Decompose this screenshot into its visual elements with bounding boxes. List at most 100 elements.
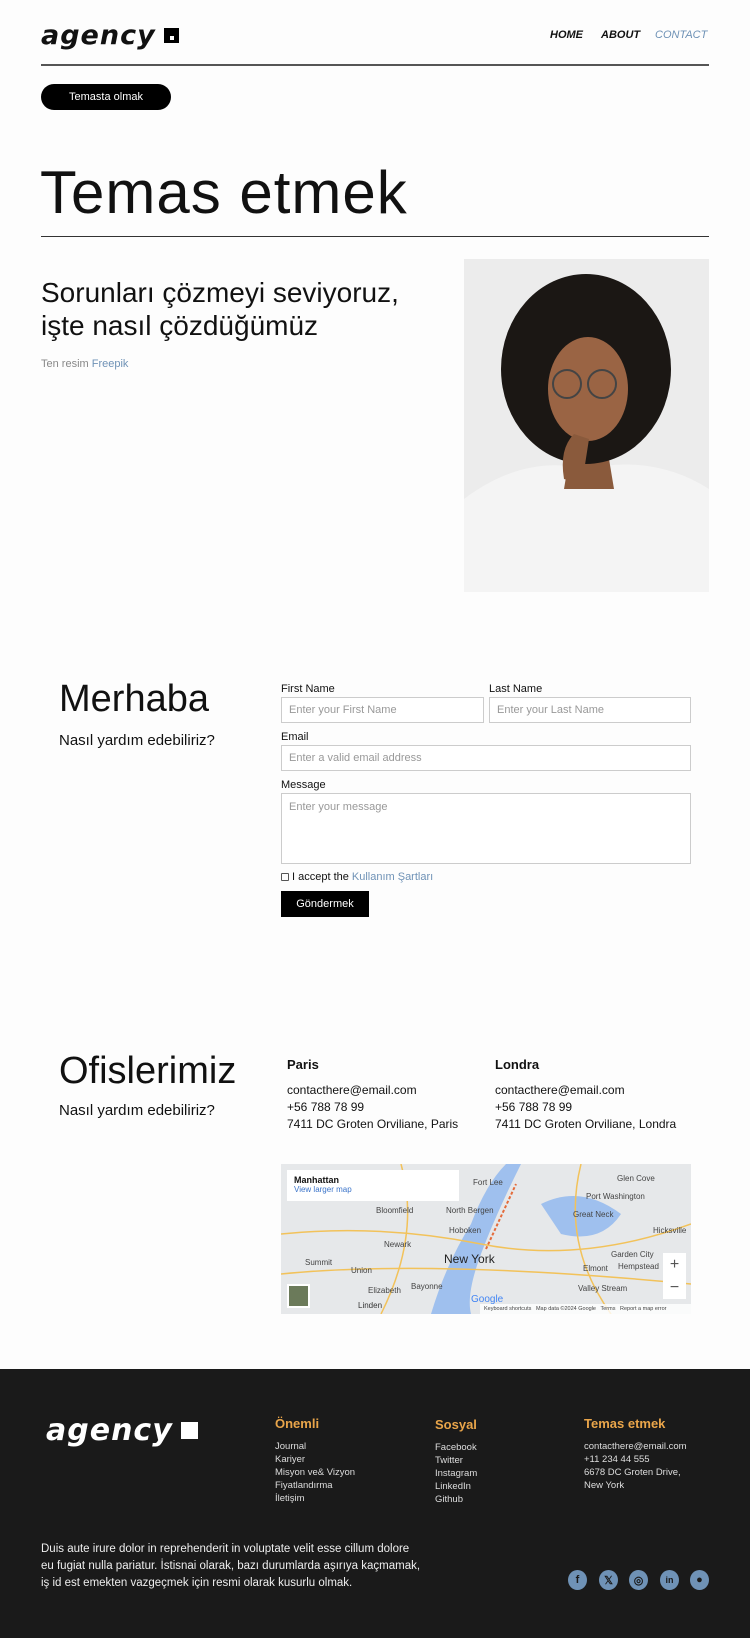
terms-text: I accept the <box>292 871 349 883</box>
nav-home[interactable]: HOME <box>550 29 583 41</box>
footer-address: 6678 DC Groten Drive, <box>584 1467 681 1478</box>
footer: agency Önemli Journal Kariyer Misyon ve& V… <box>0 1369 750 1638</box>
footer-link[interactable]: Kariyer <box>275 1453 355 1466</box>
map-label: Garden City <box>611 1250 654 1259</box>
footer-text: Duis aute irure dolor in reprehenderit i… <box>41 1541 420 1592</box>
contact-pill-button[interactable]: Temasta olmak <box>41 84 171 110</box>
message-label: Message <box>281 779 326 791</box>
map-attribution[interactable]: Keyboard shortcuts Map data ©2024 Google… <box>480 1304 691 1314</box>
email-label: Email <box>281 731 309 743</box>
footer-text-line: eu fugiat nulla pariatur. İstisnai olara… <box>41 1560 421 1572</box>
page-title: Temas etmek <box>40 159 408 226</box>
office-address: 7411 DC Groten Orviliane, Londra <box>495 1117 677 1131</box>
map-label: Port Washington <box>586 1192 645 1201</box>
subtitle-line: Sorunları çözmeyi seviyoruz, <box>41 277 399 308</box>
logo-text: agency <box>41 20 156 51</box>
footer-link[interactable]: Instagram <box>435 1467 477 1480</box>
map-city-label: New York <box>444 1252 495 1266</box>
footer-email[interactable]: contacthere@email.com <box>584 1440 687 1453</box>
footer-link[interactable]: Github <box>435 1493 477 1506</box>
footer-contact: contacthere@email.com +11 234 44 555 6678 … <box>584 1440 687 1492</box>
footer-address: New York <box>584 1480 625 1491</box>
map-label: Glen Cove <box>617 1174 655 1183</box>
terms-checkbox[interactable] <box>281 873 289 881</box>
map[interactable]: Manhattan View larger map New York Newar… <box>281 1164 691 1314</box>
footer-link[interactable]: Twitter <box>435 1454 477 1467</box>
map-info-card: Manhattan View larger map <box>287 1170 459 1201</box>
x-icon[interactable]: 𝕏 <box>599 1570 618 1590</box>
footer-heading: Temas etmek <box>584 1416 666 1431</box>
freepik-link[interactable]: Freepik <box>92 358 129 370</box>
subtitle-line: işte nasıl çözdüğümüz <box>41 310 319 341</box>
zoom-in-icon[interactable]: + <box>663 1253 686 1276</box>
map-label: Valley Stream <box>578 1284 628 1293</box>
map-label: Bayonne <box>411 1282 443 1291</box>
image-credit: Ten resim Freepik <box>41 358 128 370</box>
logo[interactable]: agency <box>41 20 179 51</box>
map-place: Manhattan <box>294 1175 339 1185</box>
footer-heading: Önemli <box>275 1416 320 1431</box>
first-name-input[interactable]: Enter your First Name <box>281 697 484 723</box>
facebook-icon[interactable]: f <box>568 1570 587 1590</box>
map-label: Hicksville <box>653 1226 687 1235</box>
office-phone: +56 788 78 99 <box>495 1100 573 1114</box>
title-divider <box>41 236 709 237</box>
linkedin-icon[interactable]: in <box>660 1570 679 1590</box>
map-label: Newark <box>384 1240 412 1249</box>
github-icon[interactable]: ● <box>690 1570 709 1590</box>
map-label: Fort Lee <box>473 1178 503 1187</box>
map-label: Summit <box>305 1258 333 1267</box>
map-label: Union <box>351 1266 372 1275</box>
last-name-input[interactable]: Enter your Last Name <box>489 697 691 723</box>
footer-link[interactable]: Misyon ve& Vizyon <box>275 1466 355 1479</box>
nav-contact[interactable]: CONTACT <box>655 29 707 41</box>
header-divider <box>41 64 709 66</box>
map-label: Hempstead <box>618 1262 659 1271</box>
offices-heading: Ofislerimiz <box>59 1050 237 1092</box>
footer-text-line: iş id est emekten vazgeçmek için resmi o… <box>41 1577 353 1589</box>
footer-text-line: Duis aute irure dolor in reprehenderit i… <box>41 1543 410 1555</box>
first-name-label: First Name <box>281 683 335 695</box>
terms-link[interactable]: Kullanım Şartları <box>352 871 433 883</box>
footer-link[interactable]: Fiyatlandırma <box>275 1479 355 1492</box>
contact-heading: Merhaba <box>59 678 209 720</box>
view-larger-map-link[interactable]: View larger map <box>294 1185 452 1194</box>
office-address: 7411 DC Groten Orviliane, Paris <box>287 1117 459 1131</box>
map-label: Hoboken <box>449 1226 482 1235</box>
office-email[interactable]: contacthere@email.com <box>495 1082 676 1099</box>
office-email[interactable]: contacthere@email.com <box>287 1082 458 1099</box>
instagram-icon[interactable]: ◎ <box>629 1570 648 1590</box>
hero-subtitle: Sorunları çözmeyi seviyoruz, işte nasıl ç… <box>41 276 399 342</box>
footer-link[interactable]: LinkedIn <box>435 1480 477 1493</box>
last-name-label: Last Name <box>489 683 543 695</box>
submit-button[interactable]: Göndermek <box>281 891 369 917</box>
office-city: Paris <box>287 1057 319 1072</box>
office-london: Londra contacthere@email.com +56 788 78 … <box>495 1056 676 1133</box>
footer-logo[interactable]: agency <box>46 1413 198 1448</box>
map-label: Elmont <box>583 1264 608 1273</box>
office-phone: +56 788 78 99 <box>287 1100 365 1114</box>
message-textarea[interactable]: Enter your message <box>281 793 691 864</box>
map-label: Elizabeth <box>368 1286 401 1295</box>
email-input[interactable]: Enter a valid email address <box>281 745 691 771</box>
map-label: Bloomfield <box>376 1206 414 1215</box>
map-zoom-controls: + − <box>663 1253 686 1299</box>
logo-square <box>163 28 179 43</box>
credit-prefix: Ten resim <box>41 358 89 370</box>
map-satellite-toggle[interactable] <box>287 1284 310 1308</box>
map-label: Linden <box>358 1301 383 1310</box>
footer-links-onemli: Journal Kariyer Misyon ve& Vizyon Fiyatland… <box>275 1440 355 1505</box>
footer-heading: Sosyal <box>435 1417 477 1432</box>
contact-subheading: Nasıl yardım edebiliriz? <box>59 732 215 749</box>
footer-phone: +11 234 44 555 <box>584 1454 650 1465</box>
terms-row: I accept the Kullanım Şartları <box>281 871 433 883</box>
zoom-out-icon[interactable]: − <box>663 1276 686 1299</box>
nav-about[interactable]: ABOUT <box>601 29 640 41</box>
office-paris: Paris contacthere@email.com +56 788 78 9… <box>287 1056 458 1133</box>
hero-image <box>464 259 709 592</box>
footer-link[interactable]: Journal <box>275 1440 355 1453</box>
footer-link[interactable]: İletişim <box>275 1492 355 1505</box>
footer-link[interactable]: Facebook <box>435 1441 477 1454</box>
logo-square <box>180 1422 198 1439</box>
footer-links-sosyal: Facebook Twitter Instagram LinkedIn Github <box>435 1441 477 1506</box>
